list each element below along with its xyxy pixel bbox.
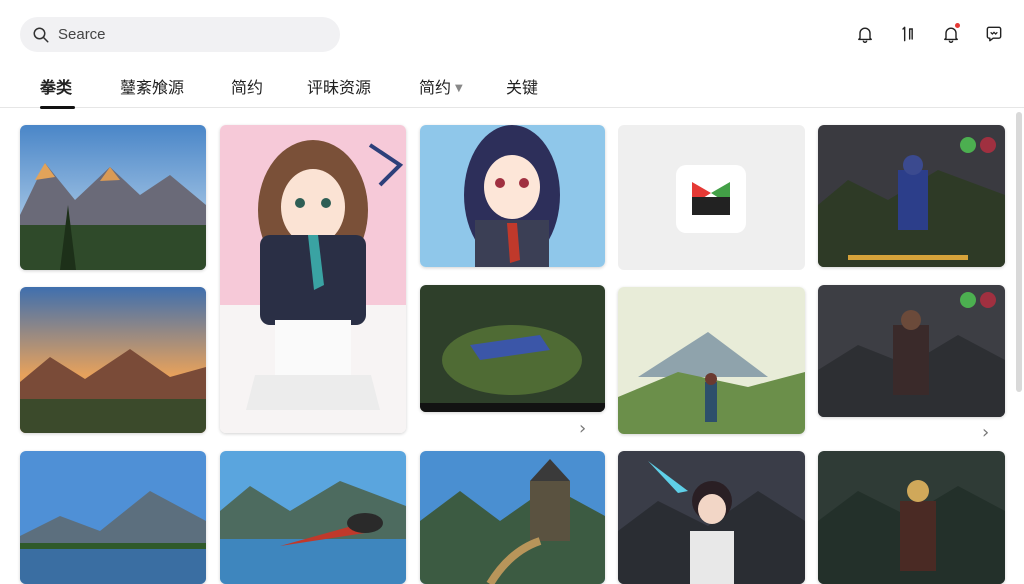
search-bar[interactable] [20, 17, 340, 52]
flying-creature-lake-card[interactable] [220, 451, 406, 584]
search-icon [33, 27, 49, 42]
tab-label: 鼞紊飧源 [120, 78, 185, 97]
armored-warrior-card[interactable] [818, 125, 1005, 267]
tab-label: 评昧资源 [307, 78, 372, 97]
mountain-sunset-card[interactable] [20, 125, 206, 270]
tab-label: 简约 [419, 78, 452, 97]
scrollbar[interactable] [1016, 112, 1022, 392]
chevron-right-icon[interactable]: › [982, 422, 989, 443]
category-tabs: 拳类 鼞紊飧源 简约 评昧资源 简约 ▼ 关键 [0, 68, 1024, 109]
tab-label: 简约 [231, 78, 264, 97]
fantasy-village-card[interactable] [420, 451, 605, 584]
chevron-down-icon: ▼ [455, 83, 463, 94]
anime-boy-storm-card[interactable] [618, 451, 805, 584]
dark-knight-card[interactable] [818, 285, 1005, 417]
app-logo-card[interactable] [618, 125, 805, 270]
bell-icon[interactable] [853, 22, 877, 46]
notification-bell-icon[interactable] [939, 22, 963, 46]
mountain-valley-girl-card[interactable] [618, 287, 805, 434]
notification-badge [955, 23, 960, 28]
tab-label: 拳类 [40, 78, 73, 97]
tab-5[interactable]: 关键 [506, 74, 538, 98]
header-icons [834, 22, 1006, 46]
image-grid: › › [0, 108, 1024, 584]
mountain-lake-card[interactable] [20, 451, 206, 584]
tab-4[interactable]: 简约 ▼ [419, 74, 463, 98]
mountain-dusk-card[interactable] [20, 287, 206, 433]
chevron-right-icon[interactable]: › [579, 418, 586, 439]
dark-forest-game-card[interactable] [420, 285, 605, 412]
chat-bubble-icon[interactable] [982, 22, 1006, 46]
tab-0[interactable]: 拳类 [40, 74, 75, 109]
tab-label: 关键 [506, 78, 539, 97]
tab-3[interactable]: 评昧资源 [307, 74, 371, 98]
goblin-warrior-card[interactable] [818, 451, 1005, 584]
tab-1[interactable]: 鼞紊飧源 [120, 74, 184, 98]
bracket-icon[interactable] [896, 22, 920, 46]
anime-girl-pink-card[interactable] [220, 125, 406, 433]
top-bar [0, 0, 1024, 68]
tab-2[interactable]: 简约 [231, 74, 263, 98]
anime-girl-blue-card[interactable] [420, 125, 605, 267]
search-input[interactable] [58, 26, 298, 43]
